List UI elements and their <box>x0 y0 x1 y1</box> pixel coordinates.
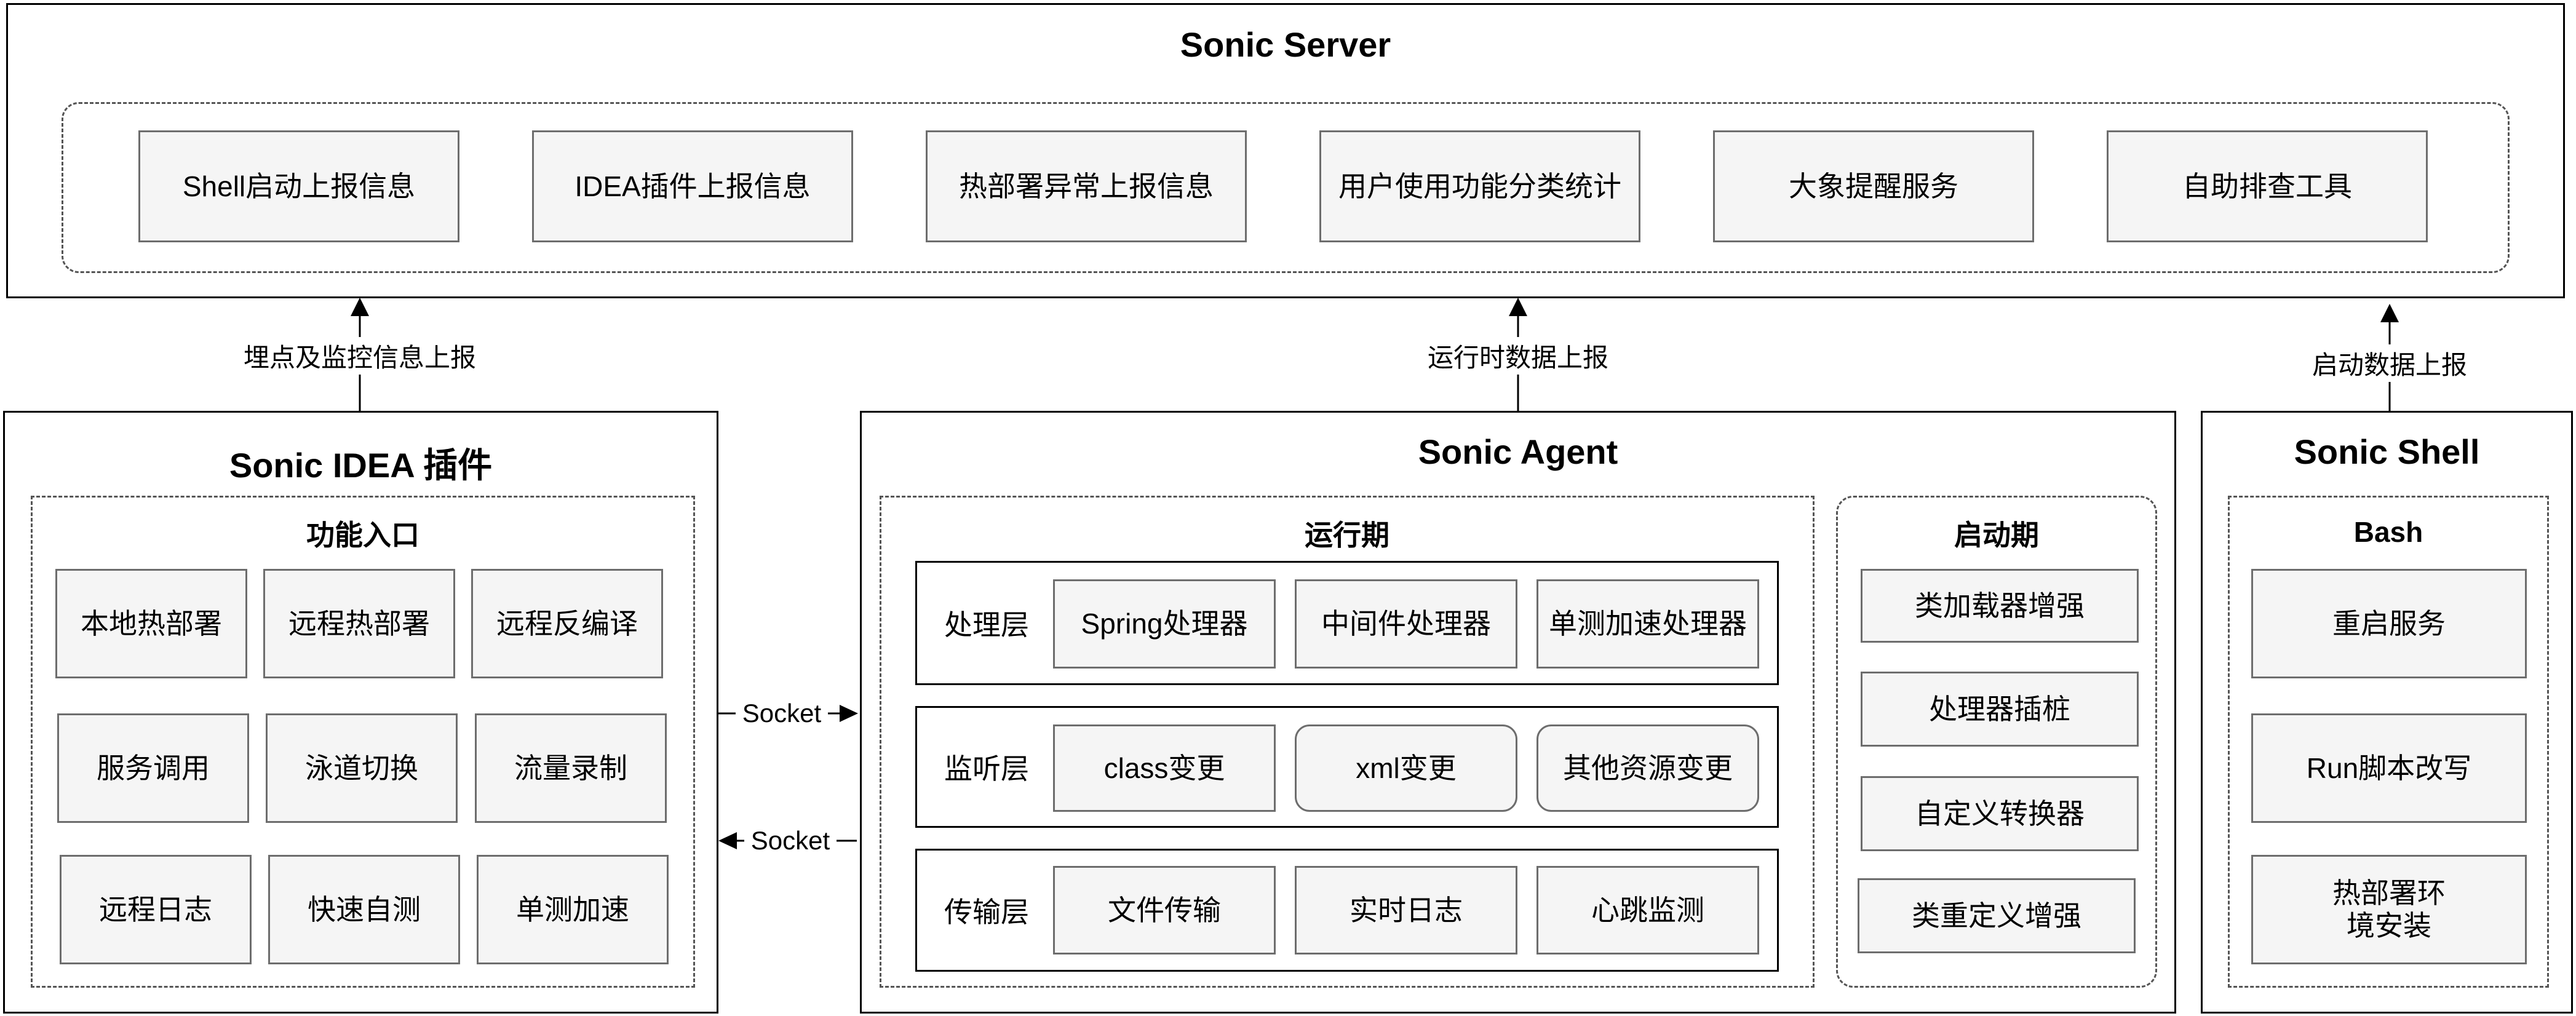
idea-title: Sonic IDEA 插件 <box>229 446 493 485</box>
idea-item-remote-log: 远程日志 <box>60 855 252 964</box>
server-item-daxiang-alert: 大象提醒服务 <box>1713 130 2034 242</box>
agent-startup-title: 启动期 <box>1954 519 2039 551</box>
shell-item-run-script-rewrite: Run脚本改写 <box>2251 713 2527 823</box>
edge-label-shell-to-server: 启动数据上报 <box>2297 344 2482 382</box>
shell-item-hotdeploy-env-install: 热部署环境安装 <box>2251 855 2527 964</box>
shell-item-hotdeploy-env-install-label: 热部署环境安装 <box>2332 877 2446 942</box>
agent-layer-listening-label: 监听层 <box>944 753 1029 785</box>
edge-label-agent-to-server: 运行时数据上报 <box>1409 337 1628 375</box>
agent-item-middleware-processor: 中间件处理器 <box>1295 579 1517 669</box>
agent-item-xml-change: xml变更 <box>1295 724 1517 812</box>
server-item-usage-stats: 用户使用功能分类统计 <box>1319 130 1640 242</box>
agent-item-other-resource-change: 其他资源变更 <box>1536 724 1759 812</box>
edge-label-socket-right: Socket <box>736 699 828 728</box>
idea-item-service-invoke: 服务调用 <box>57 713 249 823</box>
idea-item-lane-switch: 泳道切换 <box>266 713 458 823</box>
agent-item-class-redefine-enhance: 类重定义增强 <box>1858 878 2136 953</box>
server-item-idea-report: IDEA插件上报信息 <box>532 130 853 242</box>
idea-item-traffic-record: 流量录制 <box>475 713 667 823</box>
idea-item-remote-decompile: 远程反编译 <box>471 569 663 678</box>
idea-item-quick-selftest: 快速自测 <box>268 855 460 964</box>
idea-item-unittest-accel: 单测加速 <box>477 855 669 964</box>
agent-item-heartbeat: 心跳监测 <box>1536 866 1759 954</box>
edge-label-socket-left: Socket <box>744 826 837 855</box>
idea-item-remote-hotdeploy: 远程热部署 <box>263 569 455 678</box>
agent-item-unittest-processor: 单测加速处理器 <box>1536 579 1759 669</box>
agent-item-custom-transformer: 自定义转换器 <box>1861 776 2139 851</box>
agent-item-class-change: class变更 <box>1053 724 1276 812</box>
edge-label-idea-to-server: 埋点及监控信息上报 <box>228 337 492 375</box>
shell-group-title: Bash <box>2353 516 2423 548</box>
server-item-self-diagnosis: 自助排查工具 <box>2107 130 2428 242</box>
agent-item-processor-instrument: 处理器插桩 <box>1861 672 2139 747</box>
agent-layer-transport-label: 传输层 <box>944 896 1029 928</box>
agent-title: Sonic Agent <box>1418 432 1618 471</box>
agent-item-classloader-enhance: 类加载器增强 <box>1861 569 2139 643</box>
server-item-hotdeploy-error: 热部署异常上报信息 <box>926 130 1247 242</box>
idea-group-title: 功能入口 <box>306 519 419 551</box>
agent-item-spring-processor: Spring处理器 <box>1053 579 1276 669</box>
server-item-shell-report: Shell启动上报信息 <box>138 130 459 242</box>
agent-item-file-transfer: 文件传输 <box>1053 866 1276 954</box>
shell-item-restart-service: 重启服务 <box>2251 569 2527 678</box>
agent-layer-processing-label: 处理层 <box>944 609 1029 641</box>
shell-title: Sonic Shell <box>2294 432 2480 471</box>
agent-item-realtime-log: 实时日志 <box>1295 866 1517 954</box>
agent-runtime-title: 运行期 <box>1305 519 1389 551</box>
server-title: Sonic Server <box>1180 25 1391 64</box>
idea-item-local-hotdeploy: 本地热部署 <box>55 569 247 678</box>
